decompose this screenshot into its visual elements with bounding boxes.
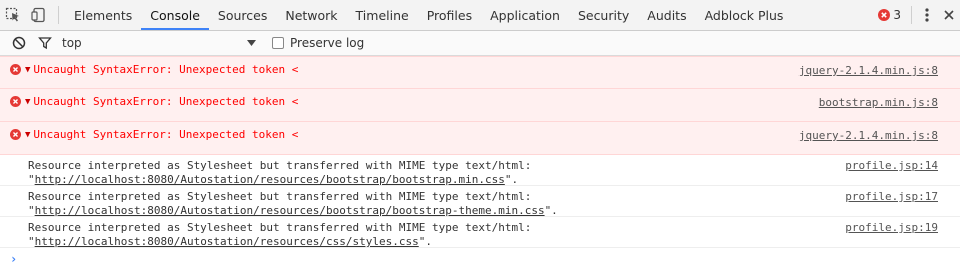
device-toolbar-icon[interactable] [26, 0, 52, 30]
error-icon [10, 129, 21, 140]
source-link[interactable]: profile.jsp:19 [845, 221, 938, 234]
error-message: Uncaught SyntaxError: Unexpected token < [33, 95, 299, 108]
resource-url-link[interactable]: http://localhost:8080/Autostation/resour… [35, 173, 505, 186]
error-icon [10, 96, 21, 107]
tab-audits[interactable]: Audits [638, 0, 695, 30]
tab-application[interactable]: Application [481, 0, 569, 30]
error-count: 3 [893, 8, 901, 22]
close-icon[interactable] [938, 10, 960, 20]
source-link[interactable]: bootstrap.min.js:8 [819, 96, 938, 109]
error-icon [10, 64, 21, 75]
preserve-log-label: Preserve log [290, 36, 365, 50]
message-url-line: "http://localhost:8080/Autostation/resou… [28, 204, 558, 217]
toolbar-divider [911, 6, 912, 24]
resource-url-link[interactable]: http://localhost:8080/Autostation/resour… [35, 204, 545, 217]
source-link[interactable]: profile.jsp:17 [845, 190, 938, 203]
context-selector[interactable]: top [62, 33, 262, 53]
source-link[interactable]: jquery-2.1.4.min.js:8 [799, 64, 938, 77]
toolbar-right: 3 [872, 0, 960, 30]
tab-profiles[interactable]: Profiles [418, 0, 481, 30]
message-text: Resource interpreted as Stylesheet but t… [28, 221, 532, 234]
message-url-line: "http://localhost:8080/Autostation/resou… [28, 173, 519, 186]
expand-triangle-icon[interactable]: ▼ [25, 97, 30, 107]
tab-console[interactable]: Console [141, 0, 209, 30]
resource-url-link[interactable]: http://localhost:8080/Autostation/resour… [35, 235, 419, 248]
console-error-row[interactable]: ▼ Uncaught SyntaxError: Unexpected token… [0, 56, 960, 89]
devtools-tabbar: Elements Console Sources Network Timelin… [0, 0, 960, 31]
console-error-row[interactable]: ▼ Uncaught SyntaxError: Unexpected token… [0, 89, 960, 122]
tab-adblock-plus[interactable]: Adblock Plus [696, 0, 793, 30]
context-value: top [62, 36, 82, 50]
toolbar-divider [58, 6, 59, 24]
message-text: Resource interpreted as Stylesheet but t… [28, 159, 532, 172]
tab-network[interactable]: Network [276, 0, 346, 30]
filter-icon[interactable] [32, 36, 58, 50]
error-icon [878, 9, 891, 21]
error-message: Uncaught SyntaxError: Unexpected token < [33, 63, 299, 76]
error-counter[interactable]: 3 [872, 8, 907, 22]
message-text: Resource interpreted as Stylesheet but t… [28, 190, 532, 203]
tab-timeline[interactable]: Timeline [347, 0, 418, 30]
error-message: Uncaught SyntaxError: Unexpected token < [33, 128, 299, 141]
inspect-element-icon[interactable] [0, 0, 26, 30]
tab-sources[interactable]: Sources [209, 0, 276, 30]
expand-triangle-icon[interactable]: ▼ [25, 65, 30, 75]
source-link[interactable]: jquery-2.1.4.min.js:8 [799, 129, 938, 142]
console-error-row[interactable]: ▼ Uncaught SyntaxError: Unexpected token… [0, 122, 960, 155]
console-message-row[interactable]: Resource interpreted as Stylesheet but t… [0, 186, 960, 217]
source-link[interactable]: profile.jsp:14 [845, 159, 938, 172]
console-messages: ▼ Uncaught SyntaxError: Unexpected token… [0, 56, 960, 274]
console-message-row[interactable]: Resource interpreted as Stylesheet but t… [0, 217, 960, 248]
message-url-line: "http://localhost:8080/Autostation/resou… [28, 235, 432, 248]
clear-console-icon[interactable] [6, 36, 32, 50]
dropdown-arrow-icon [247, 40, 256, 46]
console-filterbar: top Preserve log [0, 31, 960, 56]
preserve-log-checkbox[interactable] [272, 37, 284, 49]
tab-elements[interactable]: Elements [65, 0, 141, 30]
console-prompt[interactable]: › [10, 252, 17, 266]
tab-security[interactable]: Security [569, 0, 638, 30]
console-message-row[interactable]: Resource interpreted as Stylesheet but t… [0, 155, 960, 186]
expand-triangle-icon[interactable]: ▼ [25, 130, 30, 140]
more-options-icon[interactable] [916, 8, 938, 22]
